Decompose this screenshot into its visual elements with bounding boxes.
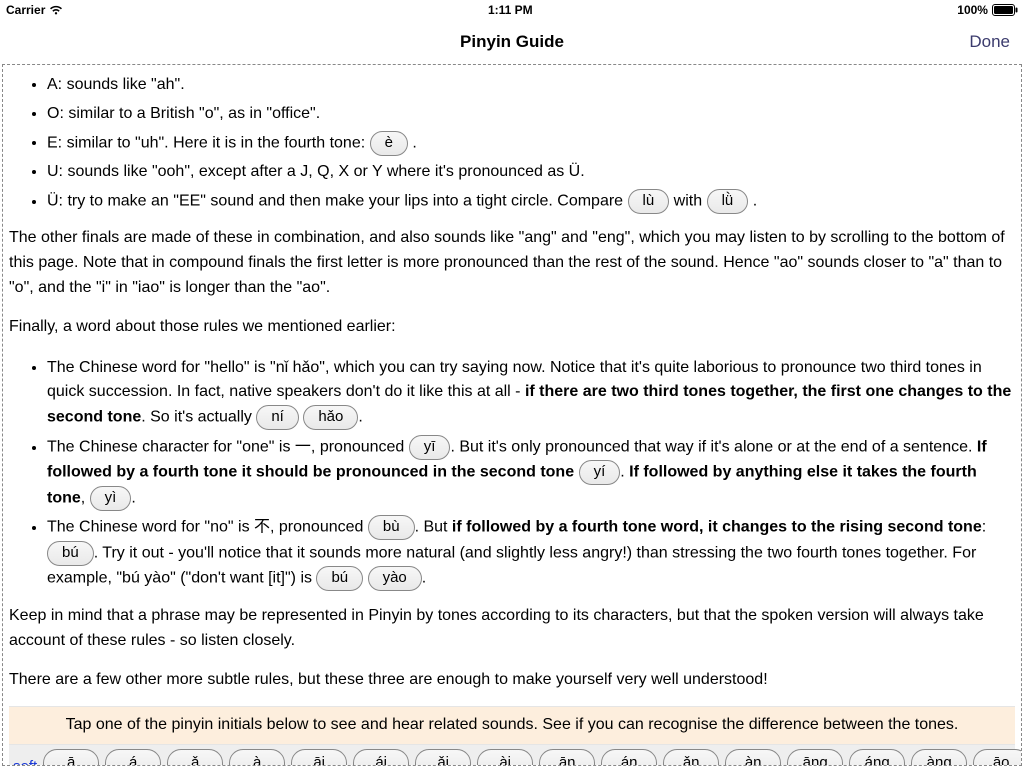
sound-button[interactable]: āng (787, 749, 843, 766)
instruction-bar: Tap one of the pinyin initials below to … (9, 706, 1015, 745)
paragraph-finals: The other finals are made of these in co… (9, 226, 1015, 300)
clock: 1:11 PM (488, 3, 533, 17)
sound-button[interactable]: ǎ (167, 749, 223, 766)
page-title: Pinyin Guide (460, 32, 564, 52)
done-button[interactable]: Done (969, 20, 1010, 64)
sound-button[interactable]: ā (43, 749, 99, 766)
sound-button[interactable]: áng (849, 749, 905, 766)
paragraph-keep-in-mind: Keep in mind that a phrase may be repres… (9, 604, 1015, 654)
sound-button[interactable]: àng (911, 749, 967, 766)
audio-button-bu2[interactable]: bú (47, 541, 94, 566)
vowel-list: A: sounds like "ah". O: similar to a Bri… (9, 71, 1015, 216)
sound-grid: soft b c āáǎàāiáiǎiàiānánǎnànāngángàngāo… (9, 745, 1015, 766)
paragraph-subtle: There are a few other more subtle rules,… (9, 668, 1015, 693)
rules-list: The Chinese word for "hello" is "nǐ hǎo"… (9, 354, 1015, 594)
sound-button[interactable]: ǎn (663, 749, 719, 766)
sound-button[interactable]: ái (353, 749, 409, 766)
audio-button-ni2[interactable]: ní (256, 405, 299, 430)
audio-button-yi4[interactable]: yì (90, 486, 132, 511)
audio-button-lv4[interactable]: lǜ (707, 189, 749, 214)
sound-button[interactable]: ài (477, 749, 533, 766)
sound-row: āáǎàāiáiǎiàiānánǎnànāngángàngāoáo (43, 749, 1022, 766)
sound-button[interactable]: ān (539, 749, 595, 766)
audio-button-bu2b[interactable]: bú (316, 566, 363, 591)
sound-button[interactable]: āi (291, 749, 347, 766)
list-item: O: similar to a British "o", as in "offi… (47, 100, 1015, 129)
list-item: The Chinese character for "one" is 一, pr… (47, 433, 1015, 514)
sound-button[interactable]: án (601, 749, 657, 766)
audio-button-yao4[interactable]: yào (368, 566, 422, 591)
content-area: A: sounds like "ah". O: similar to a Bri… (2, 64, 1022, 766)
audio-button-hao3[interactable]: hǎo (303, 405, 358, 430)
initial-link-soft[interactable]: soft (13, 755, 37, 766)
audio-button-yi1[interactable]: yī (409, 435, 451, 460)
emphasis: if followed by a fourth tone word, it ch… (452, 519, 982, 536)
sound-button[interactable]: á (105, 749, 161, 766)
list-item: U: sounds like "ooh", except after a J, … (47, 158, 1015, 187)
battery-percent: 100% (957, 3, 988, 17)
sound-button[interactable]: āo (973, 749, 1022, 766)
list-item: Ü: try to make an "EE" sound and then ma… (47, 187, 1015, 217)
list-item: The Chinese word for "hello" is "nǐ hǎo"… (47, 354, 1015, 433)
audio-button-e4[interactable]: è (370, 131, 408, 156)
carrier-label: Carrier (6, 3, 45, 17)
audio-button-yi2[interactable]: yí (579, 460, 621, 485)
sound-button[interactable]: à (229, 749, 285, 766)
sound-button[interactable]: àn (725, 749, 781, 766)
paragraph-rules-intro: Finally, a word about those rules we men… (9, 315, 1015, 340)
sound-button[interactable]: ǎi (415, 749, 471, 766)
audio-button-bu4[interactable]: bù (368, 515, 415, 540)
nav-bar: Pinyin Guide Done (0, 20, 1024, 64)
status-bar: Carrier 1:11 PM 100% (0, 0, 1024, 20)
battery-icon (992, 4, 1018, 16)
list-item: The Chinese word for "no" is 不, pronounc… (47, 513, 1015, 594)
list-item: A: sounds like "ah". (47, 71, 1015, 100)
initials-column: soft b c (13, 749, 37, 766)
audio-button-lu4[interactable]: lù (628, 189, 670, 214)
wifi-icon (49, 5, 63, 15)
list-item: E: similar to "uh". Here it is in the fo… (47, 129, 1015, 159)
